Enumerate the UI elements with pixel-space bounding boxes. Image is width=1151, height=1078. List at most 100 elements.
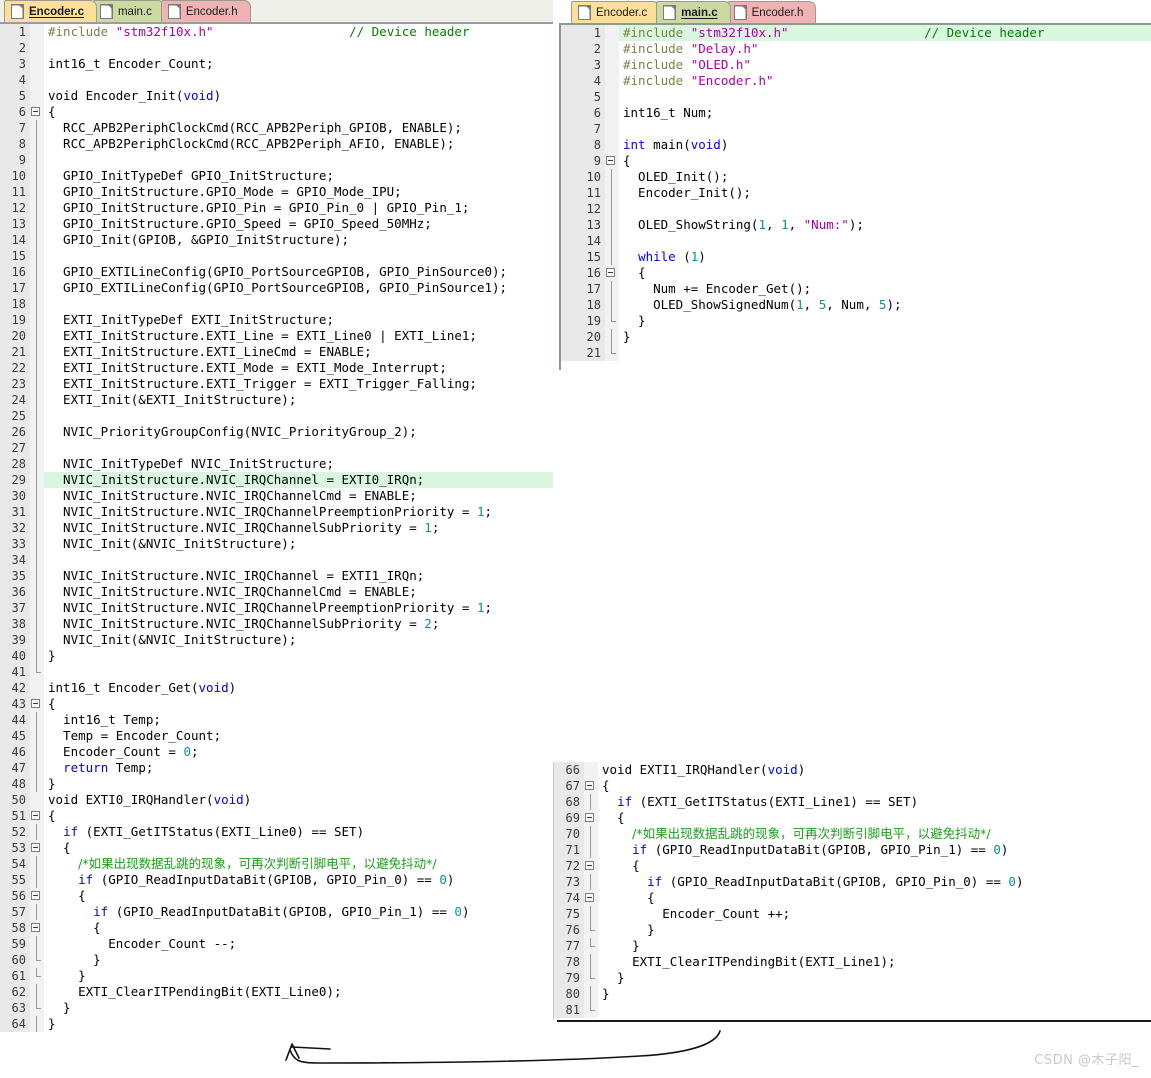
fold-collapse-icon[interactable] xyxy=(584,890,598,906)
code-line[interactable]: 73 if (GPIO_ReadInputDataBit(GPIOB, GPIO… xyxy=(554,874,1151,890)
code-line[interactable]: 43{ xyxy=(0,696,553,712)
code-line[interactable]: 69 { xyxy=(554,810,1151,826)
code-line[interactable]: 79 } xyxy=(554,970,1151,986)
code-line[interactable]: 16 GPIO_EXTILineConfig(GPIO_PortSourceGP… xyxy=(0,264,553,280)
code-line[interactable]: 40} xyxy=(0,648,553,664)
code-line[interactable]: 27 xyxy=(0,440,553,456)
code-line[interactable]: 2#include "Delay.h" xyxy=(561,41,1151,57)
code-line[interactable]: 12 GPIO_InitStructure.GPIO_Pin = GPIO_Pi… xyxy=(0,200,553,216)
code-line[interactable]: 31 NVIC_InitStructure.NVIC_IRQChannelPre… xyxy=(0,504,553,520)
code-line[interactable]: 34 xyxy=(0,552,553,568)
fold-collapse-icon[interactable] xyxy=(30,808,44,824)
code-line[interactable]: 9 xyxy=(0,152,553,168)
code-line[interactable]: 77 } xyxy=(554,938,1151,954)
code-line[interactable]: 13 GPIO_InitStructure.GPIO_Speed = GPIO_… xyxy=(0,216,553,232)
code-line[interactable]: 12 xyxy=(561,201,1151,217)
tabbar-right[interactable]: Encoder.c main.c Encoder.h xyxy=(553,0,1151,23)
code-line[interactable]: 35 NVIC_InitStructure.NVIC_IRQChannel = … xyxy=(0,568,553,584)
code-line[interactable]: 71 if (GPIO_ReadInputDataBit(GPIOB, GPIO… xyxy=(554,842,1151,858)
tab-main-c-left[interactable]: main.c xyxy=(93,0,165,22)
fold-collapse-icon[interactable] xyxy=(584,810,598,826)
code-line[interactable]: 74 { xyxy=(554,890,1151,906)
code-line[interactable]: 60 } xyxy=(0,952,553,968)
tab-main-c-right[interactable]: main.c xyxy=(656,1,730,23)
code-line[interactable]: 41 xyxy=(0,664,553,680)
code-line[interactable]: 19 EXTI_InitTypeDef EXTI_InitStructure; xyxy=(0,312,553,328)
code-line[interactable]: 16 { xyxy=(561,265,1151,281)
code-line[interactable]: 47 return Temp; xyxy=(0,760,553,776)
code-line[interactable]: 17 Num += Encoder_Get(); xyxy=(561,281,1151,297)
code-line[interactable]: 6int16_t Num; xyxy=(561,105,1151,121)
code-line[interactable]: 25 xyxy=(0,408,553,424)
fold-collapse-icon[interactable] xyxy=(30,104,44,120)
code-line[interactable]: 21 EXTI_InitStructure.EXTI_LineCmd = ENA… xyxy=(0,344,553,360)
code-line[interactable]: 22 EXTI_InitStructure.EXTI_Mode = EXTI_M… xyxy=(0,360,553,376)
code-line[interactable]: 8int main(void) xyxy=(561,137,1151,153)
code-line[interactable]: 8 RCC_APB2PeriphClockCmd(RCC_APB2Periph_… xyxy=(0,136,553,152)
code-line[interactable]: 46 Encoder_Count = 0; xyxy=(0,744,553,760)
code-line[interactable]: 38 NVIC_InitStructure.NVIC_IRQChannelSub… xyxy=(0,616,553,632)
fold-collapse-icon[interactable] xyxy=(30,888,44,904)
code-line[interactable]: 58 { xyxy=(0,920,553,936)
tab-encoder-c-right[interactable]: Encoder.c xyxy=(571,1,660,23)
fold-collapse-icon[interactable] xyxy=(30,920,44,936)
code-line[interactable]: 44 int16_t Temp; xyxy=(0,712,553,728)
fold-collapse-icon[interactable] xyxy=(605,265,619,281)
code-line[interactable]: 21 xyxy=(561,345,1151,361)
code-line[interactable]: 6{ xyxy=(0,104,553,120)
code-line[interactable]: 80} xyxy=(554,986,1151,1002)
code-line[interactable]: 9{ xyxy=(561,153,1151,169)
code-line[interactable]: 1#include "stm32f10x.h" // Device header xyxy=(561,25,1151,41)
fold-collapse-icon[interactable] xyxy=(584,858,598,874)
code-line[interactable]: 70 /*如果出现数据乱跳的现象，可再次判断引脚电平，以避免抖动*/ xyxy=(554,826,1151,842)
code-editor-bottom[interactable]: 66void EXTI1_IRQHandler(void)67{68 if (E… xyxy=(553,762,1151,1020)
code-editor-right[interactable]: 1#include "stm32f10x.h" // Device header… xyxy=(559,23,1151,370)
code-line[interactable]: 7 xyxy=(561,121,1151,137)
code-line[interactable]: 33 NVIC_Init(&NVIC_InitStructure); xyxy=(0,536,553,552)
fold-collapse-icon[interactable] xyxy=(584,778,598,794)
code-line[interactable]: 29 NVIC_InitStructure.NVIC_IRQChannel = … xyxy=(0,472,553,488)
code-line[interactable]: 18 xyxy=(0,296,553,312)
tabbar-left[interactable]: Encoder.c main.c Encoder.h xyxy=(0,0,553,23)
code-line[interactable]: 81 xyxy=(554,1002,1151,1018)
code-line[interactable]: 20} xyxy=(561,329,1151,345)
code-line[interactable]: 4#include "Encoder.h" xyxy=(561,73,1151,89)
code-line[interactable]: 42int16_t Encoder_Get(void) xyxy=(0,680,553,696)
code-editor-left[interactable]: 1#include "stm32f10x.h" // Device header… xyxy=(0,23,553,1037)
code-line[interactable]: 17 GPIO_EXTILineConfig(GPIO_PortSourceGP… xyxy=(0,280,553,296)
code-line[interactable]: 7 RCC_APB2PeriphClockCmd(RCC_APB2Periph_… xyxy=(0,120,553,136)
code-line[interactable]: 19 } xyxy=(561,313,1151,329)
code-line[interactable]: 32 NVIC_InitStructure.NVIC_IRQChannelSub… xyxy=(0,520,553,536)
code-line[interactable]: 10 OLED_Init(); xyxy=(561,169,1151,185)
tab-encoder-h-right[interactable]: Encoder.h xyxy=(727,1,817,23)
code-line[interactable]: 67{ xyxy=(554,778,1151,794)
code-line[interactable]: 14 xyxy=(561,233,1151,249)
code-line[interactable]: 55 if (GPIO_ReadInputDataBit(GPIOB, GPIO… xyxy=(0,872,553,888)
code-line[interactable]: 36 NVIC_InitStructure.NVIC_IRQChannelCmd… xyxy=(0,584,553,600)
code-line[interactable]: 54 /*如果出现数据乱跳的现象，可再次判断引脚电平，以避免抖动*/ xyxy=(0,856,553,872)
fold-collapse-icon[interactable] xyxy=(30,696,44,712)
code-line[interactable]: 20 EXTI_InitStructure.EXTI_Line = EXTI_L… xyxy=(0,328,553,344)
code-line[interactable]: 68 if (EXTI_GetITStatus(EXTI_Line1) == S… xyxy=(554,794,1151,810)
code-line[interactable]: 5 xyxy=(561,89,1151,105)
code-line[interactable]: 64} xyxy=(0,1016,553,1032)
code-line[interactable]: 23 EXTI_InitStructure.EXTI_Trigger = EXT… xyxy=(0,376,553,392)
fold-collapse-icon[interactable] xyxy=(605,153,619,169)
code-line[interactable]: 75 Encoder_Count ++; xyxy=(554,906,1151,922)
code-line[interactable]: 51{ xyxy=(0,808,553,824)
code-line[interactable]: 5void Encoder_Init(void) xyxy=(0,88,553,104)
tab-encoder-h-left[interactable]: Encoder.h xyxy=(161,0,251,22)
code-line[interactable]: 45 Temp = Encoder_Count; xyxy=(0,728,553,744)
code-line[interactable]: 15 xyxy=(0,248,553,264)
tab-encoder-c-left[interactable]: Encoder.c xyxy=(4,0,97,22)
code-line[interactable]: 78 EXTI_ClearITPendingBit(EXTI_Line1); xyxy=(554,954,1151,970)
code-line[interactable]: 37 NVIC_InitStructure.NVIC_IRQChannelPre… xyxy=(0,600,553,616)
code-line[interactable]: 50void EXTI0_IRQHandler(void) xyxy=(0,792,553,808)
code-line[interactable]: 3#include "OLED.h" xyxy=(561,57,1151,73)
code-line[interactable]: 76 } xyxy=(554,922,1151,938)
code-line[interactable]: 24 EXTI_Init(&EXTI_InitStructure); xyxy=(0,392,553,408)
code-line[interactable]: 1#include "stm32f10x.h" // Device header xyxy=(0,24,553,40)
code-line[interactable]: 11 GPIO_InitStructure.GPIO_Mode = GPIO_M… xyxy=(0,184,553,200)
code-line[interactable]: 26 NVIC_PriorityGroupConfig(NVIC_Priorit… xyxy=(0,424,553,440)
code-line[interactable]: 4 xyxy=(0,72,553,88)
